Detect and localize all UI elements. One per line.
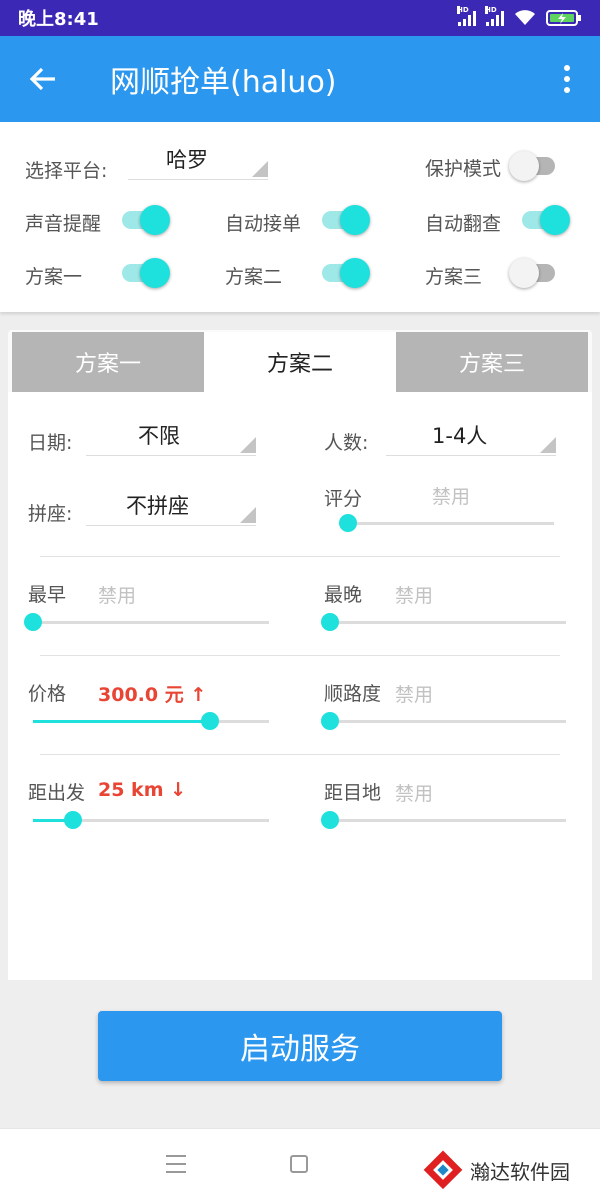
- platform-value: 哈罗: [166, 148, 208, 172]
- carpool-spinner[interactable]: 不拼座: [86, 490, 256, 526]
- auto-check-switch[interactable]: [520, 204, 570, 235]
- platform-label: 选择平台:: [25, 160, 108, 182]
- back-button[interactable]: [0, 36, 86, 122]
- slider-thumb[interactable]: [339, 514, 357, 532]
- status-icons: HD HD: [457, 6, 582, 27]
- price-value: 300.0 元 ↑: [98, 680, 206, 707]
- distance-slider[interactable]: [33, 809, 269, 831]
- slider-thumb[interactable]: [64, 811, 83, 829]
- dropdown-triangle-icon: [240, 507, 256, 523]
- divider: [40, 754, 560, 755]
- plan-panel: 方案一 方案二 方案三 日期: 不限 人数: 1-4人 拼座: 不拼座 评分 禁…: [8, 330, 592, 980]
- signal-icon-2: HD: [485, 6, 504, 26]
- earliest-label: 最早: [28, 584, 67, 606]
- people-value: 1-4人: [432, 424, 488, 448]
- rating-value: 禁用: [432, 486, 471, 508]
- platform-spinner[interactable]: 哈罗: [128, 144, 268, 180]
- auto-accept-switch[interactable]: [320, 204, 370, 235]
- settings-card: 选择平台: 哈罗 保护模式 声音提醒 自动接单 自动翻查 方案一 方案二 方案三: [0, 122, 600, 312]
- divider: [40, 655, 560, 656]
- app-title: 网顺抢单(haluo): [110, 65, 337, 100]
- slider-thumb[interactable]: [201, 712, 219, 730]
- more-vert-icon: [564, 65, 570, 71]
- route-slider[interactable]: [321, 710, 566, 732]
- price-label: 价格: [28, 683, 67, 705]
- people-label: 人数:: [324, 432, 369, 454]
- dest-value: 禁用: [395, 783, 434, 805]
- dest-label: 距目地: [324, 782, 382, 804]
- plan-form: 日期: 不限 人数: 1-4人 拼座: 不拼座 评分 禁用 最早 禁用 最晚 禁…: [8, 392, 592, 980]
- watermark-text: 瀚达软件园: [470, 1159, 570, 1184]
- dest-slider[interactable]: [321, 809, 566, 831]
- latest-slider[interactable]: [321, 611, 566, 633]
- slider-thumb[interactable]: [24, 613, 42, 631]
- home-icon[interactable]: [290, 1155, 308, 1173]
- dropdown-triangle-icon: [252, 161, 268, 177]
- carpool-label: 拼座:: [28, 503, 73, 525]
- signal-icon: HD: [457, 6, 476, 26]
- route-value: 禁用: [395, 684, 434, 706]
- tab-plan3[interactable]: 方案三: [396, 332, 588, 392]
- dropdown-triangle-icon: [540, 437, 556, 453]
- slider-thumb[interactable]: [321, 712, 339, 730]
- battery-icon: [546, 10, 581, 26]
- arrow-down-icon: ↓: [170, 779, 187, 801]
- rating-label: 评分: [324, 488, 363, 510]
- route-label: 顺路度: [324, 683, 382, 705]
- distance-label: 距出发: [28, 782, 86, 804]
- tab-plan2[interactable]: 方案二: [204, 332, 396, 392]
- protect-mode-switch[interactable]: [509, 150, 559, 181]
- divider: [40, 556, 560, 557]
- date-spinner[interactable]: 不限: [86, 420, 256, 456]
- status-bar: 晚上8:41 HD HD: [0, 0, 600, 36]
- slider-thumb[interactable]: [321, 811, 339, 829]
- menu-icon[interactable]: [166, 1155, 186, 1173]
- sound-alert-switch[interactable]: [120, 204, 170, 235]
- wifi-icon: [515, 10, 535, 25]
- sound-alert-label: 声音提醒: [25, 213, 102, 235]
- latest-label: 最晚: [324, 584, 363, 606]
- hd-badge: HD: [457, 6, 469, 14]
- plan3-label: 方案三: [425, 266, 483, 288]
- dropdown-triangle-icon: [240, 437, 256, 453]
- auto-accept-label: 自动接单: [225, 213, 302, 235]
- auto-check-label: 自动翻查: [425, 213, 502, 235]
- date-label: 日期:: [28, 432, 73, 454]
- arrow-back-icon: [29, 67, 55, 91]
- plan2-switch[interactable]: [320, 257, 370, 288]
- hd-badge-2: HD: [485, 6, 497, 14]
- tab-plan1[interactable]: 方案一: [12, 332, 204, 392]
- nav-bar: 瀚达软件园: [0, 1128, 600, 1200]
- status-time: 晚上8:41: [18, 9, 99, 30]
- price-slider[interactable]: [33, 710, 269, 732]
- people-spinner[interactable]: 1-4人: [386, 420, 556, 456]
- price-value-text: 300.0 元: [98, 684, 184, 706]
- start-service-button[interactable]: 启动服务: [98, 1011, 502, 1081]
- carpool-value: 不拼座: [126, 494, 189, 518]
- watermark-logo-icon: [423, 1150, 463, 1190]
- plan2-label: 方案二: [225, 266, 283, 288]
- plan1-switch[interactable]: [120, 257, 170, 288]
- distance-value-text: 25 km: [98, 779, 164, 801]
- earliest-slider[interactable]: [24, 611, 269, 633]
- earliest-value: 禁用: [98, 585, 137, 607]
- date-value: 不限: [138, 424, 180, 448]
- distance-value: 25 km ↓: [98, 779, 186, 801]
- slider-thumb[interactable]: [321, 613, 339, 631]
- arrow-up-icon: ↑: [190, 684, 207, 706]
- plan3-switch[interactable]: [509, 257, 559, 288]
- app-bar: 网顺抢单(haluo): [0, 36, 600, 122]
- protect-mode-label: 保护模式: [425, 158, 502, 180]
- rating-slider[interactable]: [339, 512, 554, 534]
- watermark: 瀚达软件园: [422, 1149, 570, 1191]
- plan1-label: 方案一: [25, 266, 83, 288]
- latest-value: 禁用: [395, 585, 434, 607]
- overflow-menu-button[interactable]: [534, 36, 600, 122]
- plan-tabs: 方案一 方案二 方案三: [12, 332, 588, 392]
